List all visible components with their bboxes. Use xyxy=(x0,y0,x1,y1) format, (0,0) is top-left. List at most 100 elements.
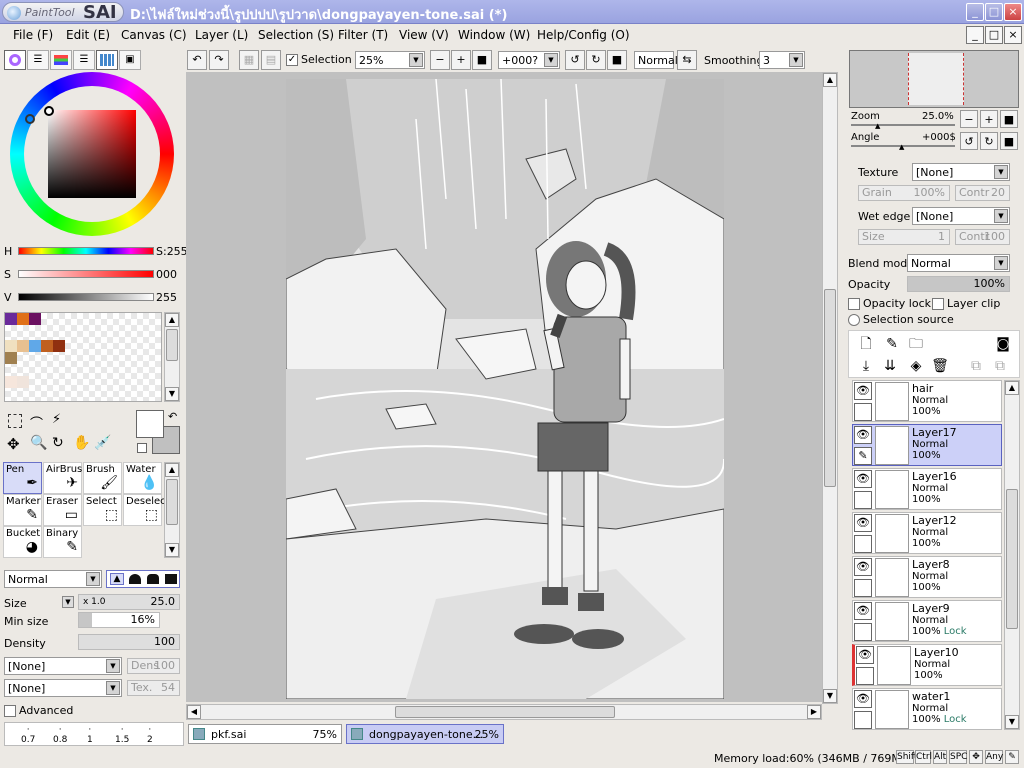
layer-select-checkbox[interactable] xyxy=(854,491,872,509)
primary-color[interactable] xyxy=(136,410,164,438)
dot-size-3[interactable]: · 1.5 xyxy=(115,725,129,745)
menu-selection[interactable]: Selection (S) xyxy=(258,28,334,42)
new-layer-icon[interactable]: 🗋 xyxy=(856,334,876,354)
brush-shape-selector[interactable]: ▲ xyxy=(106,570,180,588)
layer-select-checkbox[interactable] xyxy=(854,623,872,641)
saturation-slider-track[interactable] xyxy=(18,270,154,278)
nav-rotate-reset-icon[interactable]: ■ xyxy=(1000,132,1018,150)
tool-bucket[interactable]: Bucket ◕ xyxy=(3,526,42,558)
scratchpad-mode-icon[interactable]: ▣ xyxy=(119,50,141,70)
shape-square-icon[interactable] xyxy=(165,574,177,584)
scroll-down-icon[interactable]: ▼ xyxy=(165,387,179,401)
move-mode-icon[interactable]: ✥ xyxy=(969,750,983,764)
tool-airbrush[interactable]: AirBrush ✈ xyxy=(43,462,89,494)
transfer-down-icon[interactable]: ⤓ xyxy=(856,356,876,376)
scroll-right-icon[interactable]: ▶ xyxy=(807,705,821,719)
layer-row[interactable]: 👁 Layer9 Normal 100% Lock xyxy=(852,600,1002,642)
view-mode-field[interactable]: Normal xyxy=(634,51,678,69)
layer-opacity-slider[interactable]: 100% xyxy=(907,276,1010,292)
eye-visibility-icon[interactable]: 👁 xyxy=(854,602,872,620)
invert-selection-icon[interactable]: ▤ xyxy=(261,50,281,70)
color-swatch[interactable] xyxy=(5,340,17,352)
scroll-thumb[interactable] xyxy=(395,706,615,718)
opacity-lock-box[interactable] xyxy=(848,298,860,310)
brush-edit-icon[interactable]: ✎ xyxy=(854,447,872,465)
color-swatch[interactable] xyxy=(5,313,17,325)
layer-mask-icon[interactable]: ◙ xyxy=(993,334,1013,354)
lasso-icon[interactable]: ⌒ xyxy=(30,413,43,432)
hue-cursor-icon[interactable] xyxy=(25,114,35,124)
close-button[interactable]: × xyxy=(1004,3,1022,21)
eye-visibility-icon[interactable]: 👁 xyxy=(854,470,872,488)
nav-rotate-left-icon[interactable]: ↺ xyxy=(960,132,978,150)
eye-visibility-icon[interactable]: 👁 xyxy=(854,690,872,708)
zoom-slider-thumb-icon[interactable]: ▲ xyxy=(875,122,880,130)
layer-row[interactable]: 👁 water1 Normal 100% Lock xyxy=(852,688,1002,730)
tool-deselect[interactable]: Deselect ⬚ xyxy=(123,494,170,526)
density-slider[interactable]: 100 xyxy=(78,634,180,650)
menu-file[interactable]: File (F) xyxy=(13,28,53,42)
clear-layer-icon[interactable]: ◈ xyxy=(906,356,926,376)
dot-size-2[interactable]: · 1 xyxy=(87,725,93,745)
color-swatch[interactable] xyxy=(17,313,29,325)
scroll-down-icon[interactable]: ▼ xyxy=(823,689,837,703)
zoom-in-icon[interactable]: + xyxy=(451,50,471,70)
document-tab-pkf[interactable]: pkf.sai 75% xyxy=(188,724,342,744)
hsv-slider-mode-icon[interactable] xyxy=(50,50,72,70)
layer-select-checkbox[interactable] xyxy=(854,535,872,553)
layer-row[interactable]: 👁 hair Normal 100% xyxy=(852,380,1002,422)
eye-visibility-icon[interactable]: 👁 xyxy=(854,558,872,576)
pen-mode-icon[interactable]: ✎ xyxy=(1005,750,1019,764)
brush-blend-mode-select[interactable]: Normal ▼ xyxy=(4,570,102,588)
delete-mask-icon[interactable]: ⧉ xyxy=(990,356,1010,376)
minimize-button[interactable]: _ xyxy=(966,3,984,21)
document-tab-dongpayayen[interactable]: dongpayayen-tone... 25% xyxy=(346,724,504,744)
selection-source-radio-dot[interactable] xyxy=(848,314,860,326)
color-wheel-mode-icon[interactable] xyxy=(4,50,26,70)
eye-visibility-icon[interactable]: 👁 xyxy=(854,514,872,532)
reset-colors-icon[interactable] xyxy=(137,443,147,453)
swatch-palette[interactable] xyxy=(4,312,162,402)
space-key-indicator[interactable]: SPC xyxy=(949,750,967,764)
menu-help-config[interactable]: Help/Config (O) xyxy=(537,28,630,42)
saturation-value-square[interactable] xyxy=(48,110,136,198)
scroll-up-icon[interactable]: ▲ xyxy=(165,313,179,327)
any-key-indicator[interactable]: Any xyxy=(985,750,1003,764)
rotate-reset-icon[interactable]: ■ xyxy=(607,50,627,70)
layer-row[interactable]: 👁 ✎ Layer17 Normal 100% xyxy=(852,424,1002,466)
layer-select-checkbox[interactable] xyxy=(854,403,872,421)
menu-canvas[interactable]: Canvas (C) xyxy=(121,28,187,42)
canvas-horizontal-scrollbar[interactable]: ◀ ▶ xyxy=(186,704,822,720)
mdi-close-button[interactable]: × xyxy=(1004,26,1022,44)
advanced-checkbox-box[interactable] xyxy=(4,705,16,717)
dot-size-4[interactable]: · 2 xyxy=(147,725,153,745)
color-swatch[interactable] xyxy=(29,313,41,325)
nav-zoom-out-icon[interactable]: − xyxy=(960,110,978,128)
scroll-up-icon[interactable]: ▲ xyxy=(1005,381,1019,395)
swap-colors-icon[interactable]: ↶ xyxy=(168,410,177,423)
tool-marker[interactable]: Marker ✎ xyxy=(3,494,42,526)
hue-slider-track[interactable] xyxy=(18,247,154,255)
delete-layer-icon[interactable]: 🗑 xyxy=(930,356,950,376)
scroll-down-icon[interactable]: ▼ xyxy=(165,543,179,557)
value-slider[interactable]: V 255 xyxy=(4,291,180,305)
swatches-mode-icon[interactable] xyxy=(96,50,118,70)
mdi-minimize-button[interactable]: _ xyxy=(966,26,984,44)
dot-size-1[interactable]: · 0.8 xyxy=(53,725,67,745)
scroll-up-icon[interactable]: ▲ xyxy=(823,73,837,87)
tool-brush[interactable]: Brush 🖌 xyxy=(83,462,122,494)
swatch-scrollbar[interactable]: ▲ ▼ xyxy=(164,312,180,402)
layer-list-scrollbar[interactable]: ▲ ▼ xyxy=(1004,380,1020,730)
tool-pen[interactable]: Pen ✒ xyxy=(3,462,42,494)
zoom-icon[interactable]: 🔍 xyxy=(30,435,47,451)
menu-layer[interactable]: Layer (L) xyxy=(195,28,248,42)
zoom-select[interactable]: 25% ▼ xyxy=(355,51,425,69)
menu-edit[interactable]: Edit (E) xyxy=(66,28,110,42)
min-size-slider[interactable]: 16% xyxy=(78,612,160,628)
selection-toggle[interactable]: ✓ Selection xyxy=(286,53,352,66)
color-swatch[interactable] xyxy=(17,376,29,388)
angle-select[interactable]: +000? ▼ xyxy=(498,51,560,69)
brush-texture-select[interactable]: [None] ▼ xyxy=(4,657,122,675)
menu-window[interactable]: Window (W) xyxy=(458,28,530,42)
size-multiplier-dropdown-icon[interactable]: ▼ xyxy=(62,596,74,608)
